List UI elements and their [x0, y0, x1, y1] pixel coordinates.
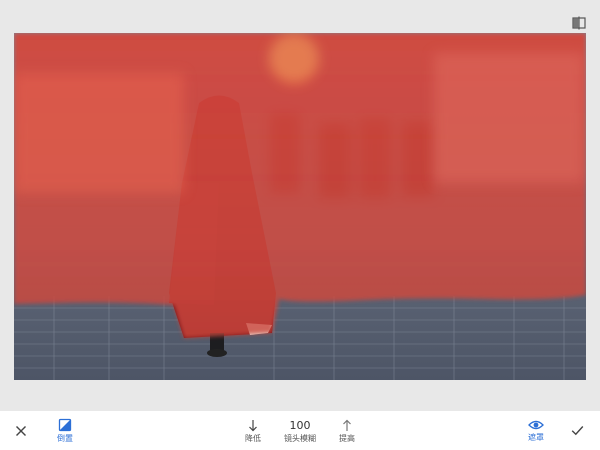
decrease-button[interactable]: 降低 — [238, 411, 268, 450]
check-icon — [571, 426, 583, 436]
invert-mask-icon — [58, 418, 72, 432]
invert-button[interactable]: 倒置 — [48, 411, 82, 450]
apply-button[interactable] — [566, 411, 588, 450]
cancel-button[interactable] — [10, 411, 32, 450]
increase-label: 提高 — [339, 433, 355, 443]
parameter-value: 100 — [289, 418, 311, 432]
increase-button[interactable]: 提高 — [332, 411, 362, 450]
compare-icon[interactable] — [570, 14, 588, 32]
bottom-toolbar: 倒置 降低 100 镜头模糊 提高 遮罩 — [0, 411, 600, 450]
close-icon — [16, 425, 26, 436]
mask-label: 遮罩 — [528, 433, 544, 442]
snapseed-editor: 倒置 降低 100 镜头模糊 提高 遮罩 — [0, 0, 600, 450]
invert-label: 倒置 — [57, 434, 73, 443]
parameter-label: 镜头模糊 — [284, 433, 316, 443]
arrow-down-icon — [249, 419, 257, 431]
mask-button[interactable]: 遮罩 — [519, 411, 553, 450]
arrow-up-icon — [343, 419, 351, 431]
eye-icon — [528, 420, 544, 430]
parameter-display[interactable]: 100 镜头模糊 — [278, 411, 322, 450]
image-canvas[interactable] — [14, 33, 586, 380]
decrease-label: 降低 — [245, 433, 261, 443]
